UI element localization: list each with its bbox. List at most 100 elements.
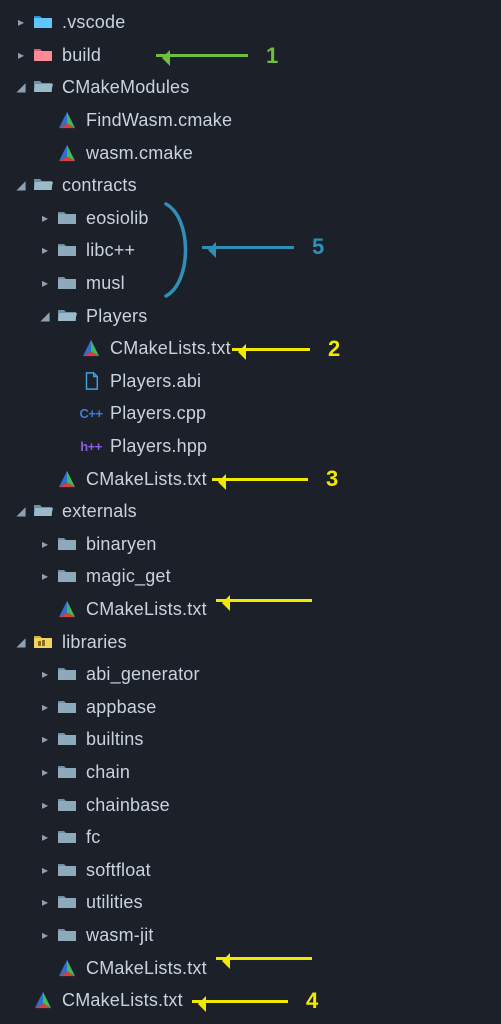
tree-folder[interactable]: ▸ utilities: [0, 886, 501, 919]
chevron-right-icon[interactable]: ▸: [14, 49, 28, 61]
chevron-right-icon[interactable]: ▸: [38, 929, 52, 941]
folder-open-icon: [32, 174, 54, 196]
chevron-right-icon[interactable]: ▸: [38, 570, 52, 582]
tree-item-label: abi_generator: [86, 665, 200, 683]
tree-item-label: utilities: [86, 893, 143, 911]
tree-item-label: CMakeLists.txt: [86, 600, 207, 618]
chevron-right-icon[interactable]: ▸: [38, 864, 52, 876]
tree-item-label: appbase: [86, 698, 156, 716]
folder-icon: [56, 239, 78, 261]
tree-folder[interactable]: ◢ libraries: [0, 625, 501, 658]
cmake-icon: [80, 337, 102, 359]
folder-icon: [56, 207, 78, 229]
tree-file[interactable]: ▸h++Players.hpp: [0, 430, 501, 463]
tree-item-label: fc: [86, 828, 100, 846]
lib-folder-icon: [32, 631, 54, 653]
tree-file[interactable]: ▸CMakeLists.txt: [0, 951, 501, 984]
tree-item-label: libraries: [62, 633, 127, 651]
folder-icon: [56, 859, 78, 881]
cpp-icon: C++: [80, 402, 102, 424]
abi-icon: [80, 370, 102, 392]
tree-item-label: CMakeLists.txt: [110, 339, 231, 357]
tree-file[interactable]: ▸CMakeLists.txt: [0, 984, 501, 1017]
tree-folder[interactable]: ▸ wasm-jit: [0, 919, 501, 952]
tree-file[interactable]: ▸C++Players.cpp: [0, 397, 501, 430]
cmake-icon: [56, 142, 78, 164]
tree-folder[interactable]: ◢ externals: [0, 495, 501, 528]
tree-folder[interactable]: ▸ chain: [0, 756, 501, 789]
tree-folder[interactable]: ▸ libc++: [0, 234, 501, 267]
chevron-right-icon[interactable]: ▸: [38, 668, 52, 680]
folder-icon: [56, 663, 78, 685]
chevron-right-icon[interactable]: ▸: [38, 212, 52, 224]
folder-icon: [56, 891, 78, 913]
tree-item-label: Players: [86, 307, 147, 325]
chevron-down-icon[interactable]: ◢: [14, 179, 28, 191]
hpp-icon: h++: [80, 435, 102, 457]
tree-folder[interactable]: ▸softfloat: [0, 853, 501, 886]
chevron-right-icon[interactable]: ▸: [38, 733, 52, 745]
tree-item-label: Players.abi: [110, 372, 201, 390]
tree-folder[interactable]: ▸ abi_generator: [0, 658, 501, 691]
folder-icon: [56, 826, 78, 848]
tree-item-label: FindWasm.cmake: [86, 111, 232, 129]
tree-folder[interactable]: ▸ builtins: [0, 723, 501, 756]
chevron-right-icon[interactable]: ▸: [38, 701, 52, 713]
folder-icon: [56, 272, 78, 294]
tree-item-label: builtins: [86, 730, 144, 748]
tree-item-label: chainbase: [86, 796, 170, 814]
tree-folder[interactable]: ▸ build: [0, 39, 501, 72]
tree-item-label: libc++: [86, 241, 135, 259]
build-folder-icon: [32, 44, 54, 66]
cmake-icon: [56, 109, 78, 131]
tree-folder[interactable]: ▸ musl: [0, 267, 501, 300]
tree-item-label: wasm.cmake: [86, 144, 193, 162]
tree-item-label: .vscode: [62, 13, 125, 31]
chevron-down-icon[interactable]: ◢: [38, 310, 52, 322]
cmake-icon: [56, 468, 78, 490]
chevron-right-icon[interactable]: ▸: [38, 799, 52, 811]
tree-file[interactable]: ▸Players.abi: [0, 365, 501, 398]
chevron-right-icon[interactable]: ▸: [38, 896, 52, 908]
tree-item-label: contracts: [62, 176, 137, 194]
tree-file[interactable]: ▸CMakeLists.txt: [0, 593, 501, 626]
cmake-icon: [56, 598, 78, 620]
tree-item-label: build: [62, 46, 101, 64]
cmake-icon: [56, 957, 78, 979]
tree-item-label: wasm-jit: [86, 926, 154, 944]
tree-folder[interactable]: ▸ chainbase: [0, 788, 501, 821]
tree-folder[interactable]: ▸ .vscode: [0, 6, 501, 39]
tree-folder[interactable]: ▸ appbase: [0, 690, 501, 723]
tree-folder[interactable]: ▸binaryen: [0, 528, 501, 561]
tree-file[interactable]: ▸CMakeLists.txt: [0, 462, 501, 495]
folder-icon: [56, 794, 78, 816]
tree-folder[interactable]: ▸eosiolib: [0, 202, 501, 235]
chevron-right-icon[interactable]: ▸: [38, 244, 52, 256]
tree-file[interactable]: ▸FindWasm.cmake: [0, 104, 501, 137]
tree-folder[interactable]: ◢ CMakeModules: [0, 71, 501, 104]
chevron-right-icon[interactable]: ▸: [38, 277, 52, 289]
tree-folder[interactable]: ▸ fc: [0, 821, 501, 854]
tree-file[interactable]: ▸CMakeLists.txt: [0, 332, 501, 365]
chevron-down-icon[interactable]: ◢: [14, 636, 28, 648]
chevron-right-icon[interactable]: ▸: [38, 538, 52, 550]
chevron-right-icon[interactable]: ▸: [14, 16, 28, 28]
tree-item-label: externals: [62, 502, 137, 520]
chevron-down-icon[interactable]: ◢: [14, 81, 28, 93]
tree-file[interactable]: ▸wasm.cmake: [0, 136, 501, 169]
folder-open-icon: [32, 500, 54, 522]
file-tree: ▸.vscode▸build◢CMakeModules▸FindWasm.cma…: [0, 0, 501, 1024]
cmake-icon: [32, 989, 54, 1011]
tree-folder[interactable]: ▸magic_get: [0, 560, 501, 593]
tree-item-label: musl: [86, 274, 125, 292]
chevron-down-icon[interactable]: ◢: [14, 505, 28, 517]
tree-item-label: chain: [86, 763, 130, 781]
tree-folder[interactable]: ◢ Players: [0, 299, 501, 332]
chevron-right-icon[interactable]: ▸: [38, 831, 52, 843]
tree-folder[interactable]: ◢ contracts: [0, 169, 501, 202]
tree-item-label: Players.cpp: [110, 404, 206, 422]
folder-icon: [56, 696, 78, 718]
tree-item-label: CMakeLists.txt: [62, 991, 183, 1009]
chevron-right-icon[interactable]: ▸: [38, 766, 52, 778]
tree-item-label: CMakeModules: [62, 78, 189, 96]
